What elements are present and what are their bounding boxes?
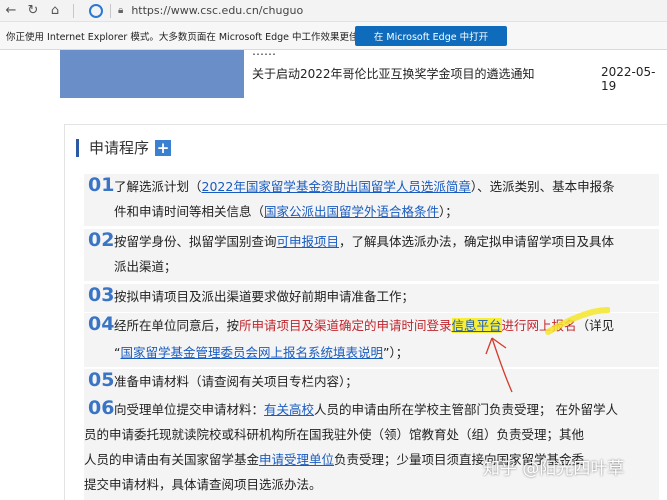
step-red-text: 所申请项目及渠道确定的申请时间登录 [239, 318, 452, 333]
news-item-cut[interactable]: …… [252, 50, 276, 58]
step-line: 员的申请委托现就读院校或科研机构所在国我驻外使（领）馆教育处（组）负责受理；其他 [84, 427, 585, 442]
step-number: 04 [88, 313, 115, 335]
step-text: ）、选派类别、基本申报条 [470, 179, 615, 194]
link-available-projects[interactable]: 可申报项目 [277, 234, 340, 249]
news-thumbnail[interactable] [60, 50, 244, 98]
step-line: “国家留学基金管理委员会网上报名系统填表说明”）； [114, 341, 408, 365]
section-header: 申请程序 + [76, 137, 172, 158]
step-red-text: 进行网上报名 [501, 318, 577, 333]
open-in-edge-button[interactable]: 在 Microsoft Edge 中打开 [355, 25, 507, 46]
address-bar: ← ↻ ⌂ 🔒︎ https://www.csc.edu.cn/chuguo [0, 0, 667, 22]
step-text: 经所在单位同意后，按 [114, 318, 240, 333]
step-number: 02 [88, 229, 115, 251]
back-icon[interactable]: ← [0, 0, 22, 22]
url-field[interactable]: https://www.csc.edu.cn/chuguo [131, 4, 303, 17]
step-number: 06 [88, 397, 115, 419]
step-01: 01 了解选派计划（2022年国家留学基金资助出国留学人员选派简章）、选派类别、… [84, 174, 659, 226]
step-text: ”）； [383, 345, 409, 360]
step-03: 03 按拟申请项目及派出渠道要求做好前期申请准备工作； [84, 284, 659, 312]
step-line: 提交申请材料，具体请查阅项目选派办法。 [84, 477, 322, 492]
refresh-icon[interactable]: ↻ [22, 0, 44, 22]
news-item-date: 2022-05-19 [601, 65, 656, 93]
separator [73, 3, 74, 18]
link-selection-brochure[interactable]: 2022年国家留学基金资助出国留学人员选派简章 [202, 179, 471, 194]
step-06: 06 向受理单位提交申请材料：有关高校人员的申请由所在学校主管部门负责受理； 在… [84, 397, 659, 500]
step-number: 03 [88, 284, 115, 306]
separator [110, 3, 111, 18]
step-text: ）； [439, 204, 458, 219]
step-line: 派出渠道； [114, 259, 177, 274]
link-acceptance-units[interactable]: 申请受理单位 [259, 452, 334, 467]
expand-plus-icon[interactable]: + [155, 139, 172, 156]
link-form-instructions[interactable]: 国家留学基金管理委员会网上报名系统填表说明 [120, 345, 383, 360]
section-title: 申请程序 [89, 139, 150, 157]
step-04: 04 经所在单位同意后，按所申请项目及渠道确定的申请时间登录信息平台进行网上报名… [84, 313, 659, 367]
step-line: 按留学身份、拟留学国别查询可申报项目，了解具体选派办法，确定拟申请留学项目及具体 [114, 230, 614, 254]
step-line: 向受理单位提交申请材料：有关高校人员的申请由所在学校主管部门负责受理； 在外留学… [114, 398, 618, 422]
step-text: （详见 [576, 318, 615, 333]
step-text: 人员的申请由有关国家留学基金 [84, 452, 260, 467]
step-line: 件和申请时间等相关信息（国家公派出国留学外语合格条件）； [114, 200, 458, 224]
step-line: 经所在单位同意后，按所申请项目及渠道确定的申请时间登录信息平台进行网上报名（详见 [114, 314, 614, 338]
step-text: 人员的申请由所在学校主管部门负责受理； 在外留学人 [314, 402, 619, 417]
step-text: 按留学身份、拟留学国别查询 [114, 234, 277, 249]
link-universities[interactable]: 有关高校 [264, 402, 314, 417]
lock-icon[interactable]: 🔒︎ [118, 5, 123, 16]
step-05: 05 准备申请材料（请查阅有关项目专栏内容）； [84, 369, 659, 397]
step-number: 01 [88, 174, 115, 196]
ie-notice-text: 你正使用 Internet Explorer 模式。大多数页面在 Microso… [6, 31, 355, 43]
header-accent-bar [76, 138, 79, 157]
news-strip: …… 关于启动2022年哥伦比亚互换奖学金项目的遴选通知 2022-05-19 [0, 50, 667, 98]
step-number: 05 [88, 369, 115, 391]
home-icon[interactable]: ⌂ [44, 0, 66, 22]
link-info-platform[interactable]: 信息平台 [451, 318, 502, 333]
news-item-title[interactable]: 关于启动2022年哥伦比亚互换奖学金项目的遴选通知 [252, 65, 535, 82]
ie-mode-notice: 你正使用 Internet Explorer 模式。大多数页面在 Microso… [0, 22, 667, 50]
link-language-requirements[interactable]: 国家公派出国留学外语合格条件 [264, 204, 439, 219]
step-text: 件和申请时间等相关信息（ [114, 204, 265, 219]
step-line: 准备申请材料（请查阅有关项目专栏内容）； [114, 374, 358, 389]
step-line: 按拟申请项目及派出渠道要求做好前期申请准备工作； [114, 289, 415, 304]
watermark: 知乎 @阳光四叶草 [483, 459, 625, 479]
step-02: 02 按留学身份、拟留学国别查询可申报项目，了解具体选派办法，确定拟申请留学项目… [84, 229, 659, 281]
ie-mode-icon[interactable] [89, 3, 103, 18]
step-text: ，了解具体选派办法，确定拟申请留学项目及具体 [339, 234, 615, 249]
step-line: 了解选派计划（2022年国家留学基金资助出国留学人员选派简章）、选派类别、基本申… [114, 175, 615, 199]
step-text: 向受理单位提交申请材料： [114, 402, 265, 417]
step-text: 了解选派计划（ [114, 179, 202, 194]
